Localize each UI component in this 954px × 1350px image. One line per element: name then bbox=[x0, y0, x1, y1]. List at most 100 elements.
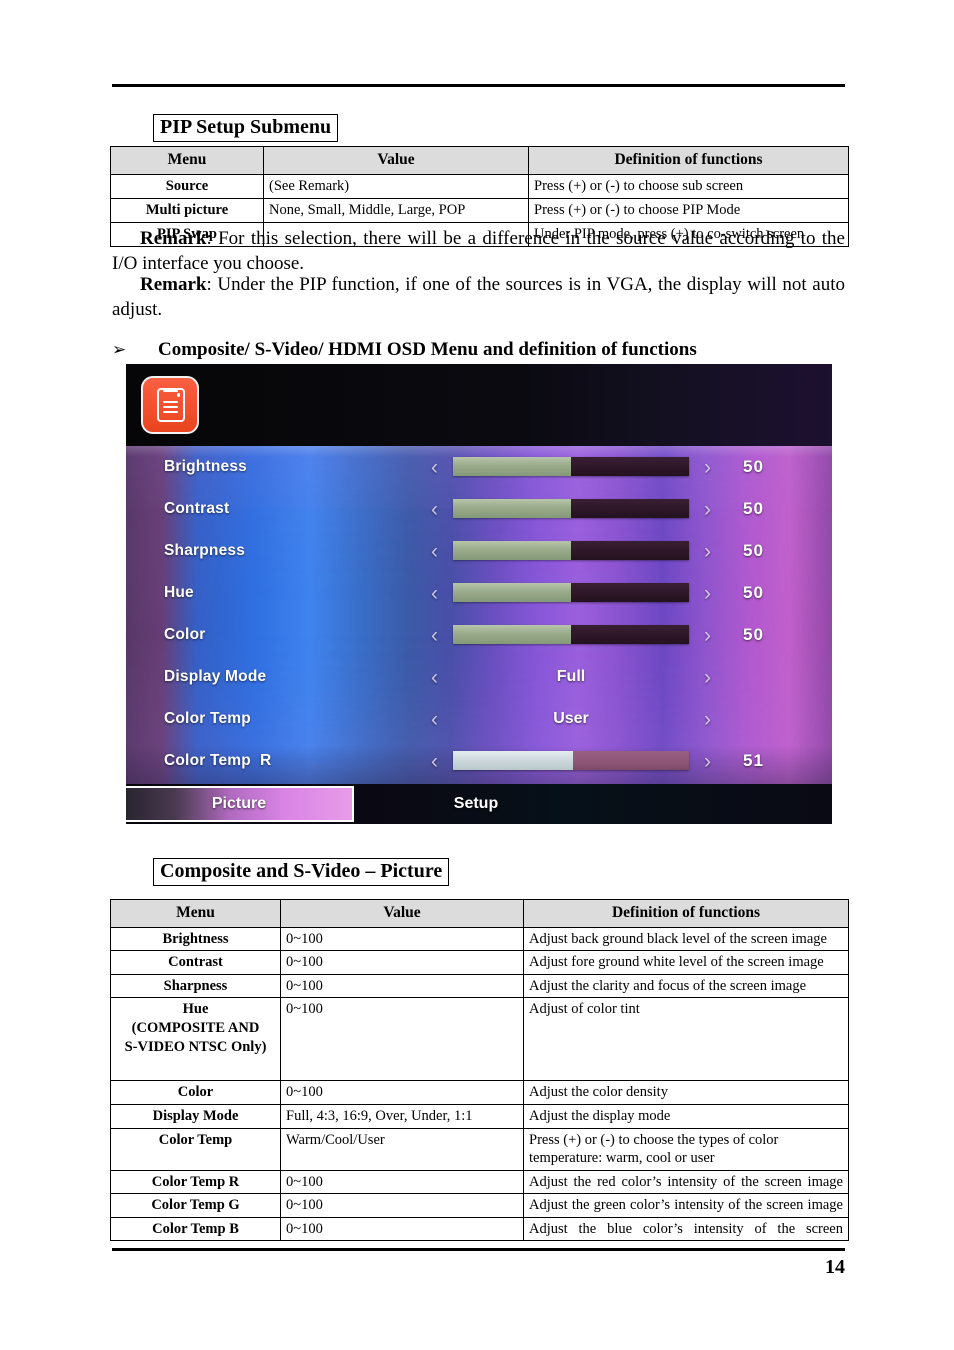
picture-settings-icon bbox=[141, 376, 199, 434]
chevron-left-icon[interactable]: ‹ bbox=[431, 541, 438, 562]
page-number: 14 bbox=[825, 1256, 845, 1278]
osd-menu-row[interactable]: Color Temp R ‹ › 51 bbox=[126, 740, 832, 782]
cell-value: 0~100 bbox=[280, 973, 524, 999]
cell-definition: Adjust the display mode bbox=[523, 1104, 849, 1129]
osd-slider-track[interactable] bbox=[453, 541, 689, 560]
chevron-right-icon[interactable]: › bbox=[704, 499, 711, 520]
chevron-left-icon[interactable]: ‹ bbox=[431, 751, 438, 772]
osd-row-label: Sharpness bbox=[164, 542, 246, 559]
cell-definition: Adjust of color tint bbox=[523, 997, 849, 1082]
cell-definition: Adjust the clarity and focus of the scre… bbox=[523, 973, 849, 999]
osd-row-label: Contrast bbox=[164, 500, 230, 517]
cell-definition: Adjust the color density bbox=[523, 1080, 849, 1106]
chevron-right-icon[interactable]: › bbox=[704, 457, 711, 478]
remark-paragraph-1: Remark: For this selection, there will b… bbox=[112, 226, 845, 277]
osd-slider-fill bbox=[453, 457, 571, 476]
cell-menu: Color Temp G bbox=[110, 1193, 281, 1218]
cell-menu: Color bbox=[110, 1080, 281, 1106]
cell-definition: Adjust fore ground white level of the sc… bbox=[523, 950, 849, 975]
chevron-right-icon[interactable]: › bbox=[704, 583, 711, 604]
table-row: Hue (COMPOSITE AND S-VIDEO NTSC Only) 0~100… bbox=[110, 997, 849, 1082]
footer-rule bbox=[112, 1248, 845, 1251]
chevron-left-icon[interactable]: ‹ bbox=[431, 499, 438, 520]
cell-menu: Display Mode bbox=[110, 1104, 281, 1129]
header-rule bbox=[112, 84, 845, 87]
section-bullet-line: ➢ Composite/ S-Video/ HDMI OSD Menu and … bbox=[112, 339, 845, 361]
osd-row-numeric-value: 50 bbox=[743, 625, 764, 644]
osd-slider-fill bbox=[453, 625, 571, 644]
osd-row-value-text: User bbox=[553, 710, 589, 727]
osd-menu-row[interactable]: Hue ‹ › 50 bbox=[126, 572, 832, 614]
osd-menu-screenshot: Brightness ‹ › 50 Contrast ‹ › 50 Sharpness ‹ › 50 H… bbox=[126, 364, 832, 824]
osd-row-numeric-value: 51 bbox=[743, 751, 764, 770]
remark-paragraph-2: Remark: Under the PIP function, if one o… bbox=[112, 272, 845, 323]
cell-menu: Color Temp R bbox=[110, 1169, 281, 1195]
cell-value: None, Small, Middle, Large, POP bbox=[263, 197, 529, 223]
osd-menu-row[interactable]: Contrast ‹ › 50 bbox=[126, 488, 832, 530]
chevron-right-icon[interactable]: › bbox=[704, 625, 711, 646]
osd-row-label: Color Temp R bbox=[164, 752, 272, 769]
cell-value: 0~100 bbox=[280, 1193, 524, 1218]
bullet-text: Composite/ S-Video/ HDMI OSD Menu and de… bbox=[158, 339, 697, 360]
table-row: Sharpness 0~100 Adjust the clarity and foc… bbox=[110, 973, 849, 999]
table-row: Source (See Remark) Press (+) or (-) to … bbox=[110, 173, 849, 199]
osd-tab-picture[interactable]: Picture bbox=[126, 786, 354, 822]
osd-row-label: Hue bbox=[164, 584, 194, 601]
remark-label: Remark bbox=[140, 228, 207, 249]
osd-slider-fill bbox=[453, 751, 574, 770]
chevron-right-icon[interactable]: › bbox=[704, 667, 711, 688]
osd-row-numeric-value: 50 bbox=[743, 499, 764, 518]
column-header-definition: Definition of functions bbox=[523, 899, 849, 928]
document-page: PIP Setup Submenu Menu Value Definition … bbox=[0, 0, 954, 1350]
arrow-bullet-icon: ➢ bbox=[112, 340, 127, 359]
osd-menu-row[interactable]: Color Temp ‹ User › bbox=[126, 698, 832, 740]
table-row: Color 0~100 Adjust the color density bbox=[110, 1080, 849, 1106]
cell-value: Full, 4:3, 16:9, Over, Under, 1:1 bbox=[280, 1104, 524, 1129]
osd-tab-setup[interactable]: Setup bbox=[354, 786, 598, 822]
cell-menu: Contrast bbox=[110, 950, 281, 975]
cell-definition: Adjust the blue color’s intensity of the… bbox=[523, 1216, 849, 1242]
chevron-left-icon[interactable]: ‹ bbox=[431, 625, 438, 646]
osd-tab-bar: Picture Setup bbox=[126, 784, 832, 824]
osd-slider-track[interactable] bbox=[453, 751, 689, 770]
composite-picture-table: Menu Value Definition of functions Brigh… bbox=[110, 899, 849, 1242]
osd-row-numeric-value: 50 bbox=[743, 583, 764, 602]
osd-row-label: Color bbox=[164, 626, 206, 643]
cell-menu: Color Temp bbox=[110, 1127, 281, 1171]
osd-menu-row[interactable]: Display Mode ‹ Full › bbox=[126, 656, 832, 698]
osd-tab-label: Setup bbox=[453, 795, 499, 812]
chevron-left-icon[interactable]: ‹ bbox=[431, 583, 438, 604]
osd-menu-rows: Brightness ‹ › 50 Contrast ‹ › 50 Sharpness ‹ › 50 H… bbox=[126, 446, 832, 784]
osd-slider-track[interactable] bbox=[453, 457, 689, 476]
cell-value: 0~100 bbox=[280, 950, 524, 975]
chevron-left-icon[interactable]: ‹ bbox=[431, 709, 438, 730]
cell-value: 0~100 bbox=[280, 1216, 524, 1242]
osd-menu-row[interactable]: Sharpness ‹ › 50 bbox=[126, 530, 832, 572]
osd-menu-row[interactable]: Color ‹ › 50 bbox=[126, 614, 832, 656]
cell-definition: Adjust the green color’s intensity of th… bbox=[523, 1193, 849, 1218]
cell-value: 0~100 bbox=[280, 997, 524, 1082]
osd-row-label: Color Temp bbox=[164, 710, 251, 727]
cell-menu: Source bbox=[110, 173, 264, 199]
osd-row-numeric-value: 50 bbox=[743, 541, 764, 560]
table-row: Contrast 0~100 Adjust fore ground white le… bbox=[110, 950, 849, 975]
column-header-value: Value bbox=[280, 899, 524, 928]
osd-slider-track[interactable] bbox=[453, 625, 689, 644]
osd-slider-track[interactable] bbox=[453, 583, 689, 602]
pip-setup-submenu-heading: PIP Setup Submenu bbox=[153, 114, 339, 142]
cell-menu: Color Temp B bbox=[110, 1216, 281, 1242]
osd-slider-fill bbox=[453, 499, 571, 518]
remark-label: Remark bbox=[140, 274, 207, 295]
osd-slider-track[interactable] bbox=[453, 499, 689, 518]
chevron-right-icon[interactable]: › bbox=[704, 751, 711, 772]
table-row: Color Temp B 0~100 Adjust the blue color’s… bbox=[110, 1216, 849, 1242]
chevron-left-icon[interactable]: ‹ bbox=[431, 457, 438, 478]
cell-value: 0~100 bbox=[280, 926, 524, 952]
chevron-left-icon[interactable]: ‹ bbox=[431, 667, 438, 688]
chevron-right-icon[interactable]: › bbox=[704, 541, 711, 562]
cell-value: Warm/Cool/User bbox=[280, 1127, 524, 1171]
cell-menu: Hue (COMPOSITE AND S-VIDEO NTSC Only) bbox=[110, 997, 281, 1082]
chevron-right-icon[interactable]: › bbox=[704, 709, 711, 730]
osd-header-bar bbox=[126, 364, 832, 446]
osd-menu-row[interactable]: Brightness ‹ › 50 bbox=[126, 446, 832, 488]
